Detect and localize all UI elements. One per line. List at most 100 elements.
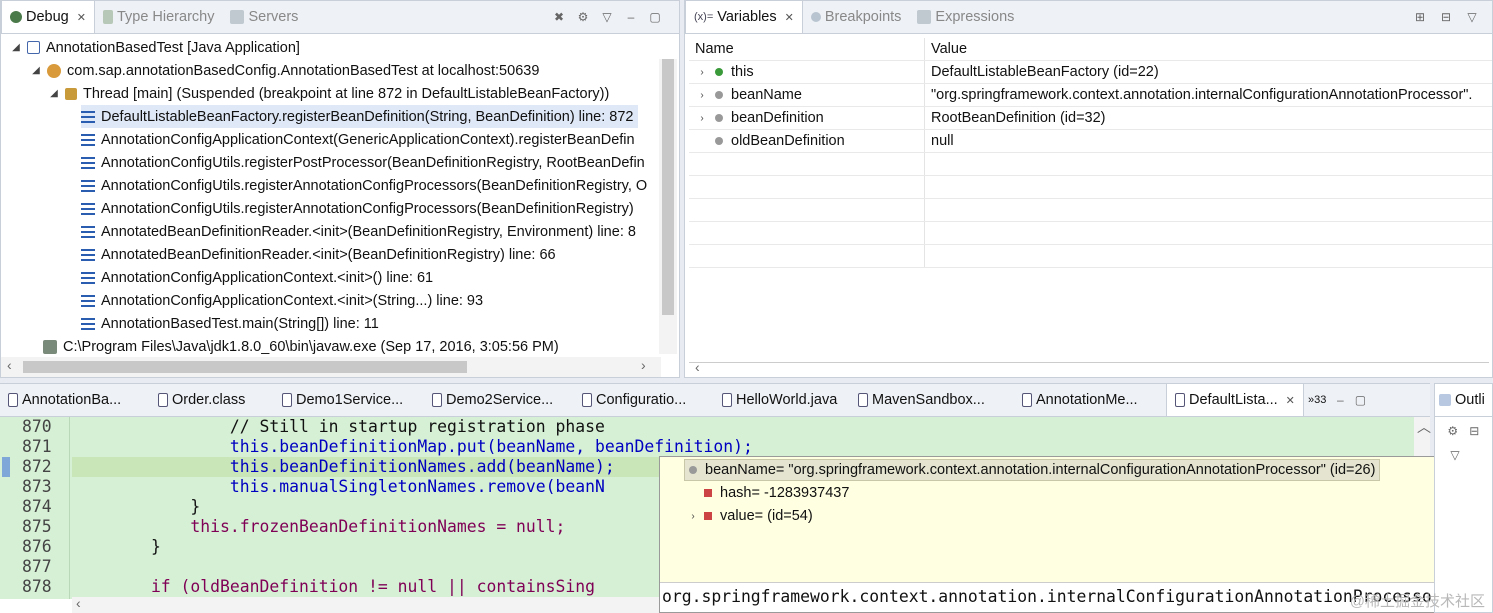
tree-process-row[interactable]: C:\Program Files\Java\jdk1.8.0_60\bin\ja… [43,335,559,355]
editor-tab[interactable]: MavenSandbox... [850,384,1014,416]
variable-row[interactable]: › this DefaultListableBeanFactory (id=22… [689,61,1492,84]
view-menu-icon[interactable]: ▽ [1445,445,1465,465]
close-icon[interactable]: ✕ [785,11,794,24]
local-variable-icon [715,91,723,99]
view-menu-icon[interactable]: ▽ [1462,7,1482,27]
editor-tab[interactable]: Demo2Service... [424,384,574,416]
stack-frame-icon [81,179,95,192]
stack-frame-row[interactable]: AnnotationConfigApplicationContext.<init… [81,289,483,312]
tree-thread-row[interactable]: ◢ Thread [main] (Suspended (breakpoint a… [47,82,609,105]
stack-frame-row[interactable]: AnnotatedBeanDefinitionReader.<init>(Bea… [81,220,636,243]
editor-tab[interactable]: HelloWorld.java [714,384,850,416]
column-value-header[interactable]: Value [925,38,1492,60]
stack-frame-row[interactable]: AnnotationConfigApplicationContext.<init… [81,266,433,289]
variables-icon: (x)= [694,11,714,23]
scrollbar-thumb[interactable] [662,59,674,315]
local-variable-icon [689,466,697,474]
collapse-icon[interactable]: ◢ [47,88,61,99]
view-menu-icon[interactable]: ▽ [597,7,617,27]
editor-tab-label: HelloWorld.java [736,392,838,408]
collapse-icon[interactable]: ◢ [9,42,23,53]
stack-frame-row[interactable]: AnnotationConfigApplicationContext(Gener… [81,128,635,151]
scroll-left-icon[interactable]: ‹ [7,357,12,373]
variable-row[interactable]: › beanName "org.springframework.context.… [689,84,1492,107]
editor-tab[interactable]: Order.class [150,384,274,416]
line-number: 877 [22,557,52,576]
variables-view: (x)= Variables ✕ Breakpoints Expressions… [684,0,1493,378]
empty-row [689,222,1492,245]
tab-breakpoints[interactable]: Breakpoints [803,1,910,33]
tab-type-hierarchy[interactable]: Type Hierarchy [95,1,223,33]
tree-vm-row[interactable]: ◢ com.sap.annotationBasedConfig.Annotati… [29,59,539,82]
vm-icon [47,63,61,78]
expand-icon[interactable]: › [695,67,709,78]
close-icon[interactable]: ✕ [1286,394,1295,407]
gears-icon[interactable]: ⚙ [573,7,593,27]
minimize-icon[interactable]: – [621,7,641,27]
minimize-icon[interactable]: – [1330,390,1350,410]
editor-tab[interactable]: AnnotationMe... [1014,384,1166,416]
debug-horizontal-scrollbar[interactable]: ‹ › [1,357,661,377]
tab-debug[interactable]: Debug ✕ [1,1,95,33]
stack-frame-label: DefaultListableBeanFactory.registerBeanD… [101,108,634,125]
code-line: this.beanDefinitionMap.put(beanName, bea… [72,437,753,456]
maximize-icon[interactable]: ▢ [1350,390,1370,410]
editor-tab[interactable]: AnnotationBa... [0,384,150,416]
scroll-left-icon[interactable]: ‹ [695,359,700,375]
stack-frame-row[interactable]: AnnotatedBeanDefinitionReader.<init>(Bea… [81,243,556,266]
popup-child-row[interactable]: hash= -1283937437 [700,482,849,504]
tab-outline[interactable]: Outli [1435,384,1492,417]
tab-outline-label: Outli [1455,392,1485,408]
variable-name-cell: oldBeanDefinition [689,130,925,152]
process-icon [43,339,57,354]
stack-frame-row[interactable]: AnnotationConfigUtils.registerPostProces… [81,151,645,174]
expand-icon[interactable]: › [695,113,709,124]
stack-frame-row[interactable]: AnnotationConfigUtils.registerAnnotation… [81,197,634,220]
stack-frame-row[interactable]: AnnotationConfigUtils.registerAnnotation… [81,174,647,197]
tab-expressions[interactable]: Expressions [909,1,1022,33]
column-name-header[interactable]: Name [689,38,925,60]
collapse-all-icon[interactable]: ⊟ [1467,421,1483,441]
tree-thread-label: Thread [main] (Suspended (breakpoint at … [83,85,610,102]
stack-frame-row[interactable]: DefaultListableBeanFactory.registerBeanD… [81,105,638,128]
java-file-icon [432,393,442,407]
code-line: } [72,537,161,556]
stack-frame-label: AnnotationConfigApplicationContext.<init… [101,292,484,309]
variable-value: null [931,133,954,149]
more-tabs-button[interactable]: »33 [1304,384,1330,416]
remove-launches-icon[interactable]: ✖ [549,7,569,27]
tree-vm-label: com.sap.annotationBasedConfig.Annotation… [67,62,540,79]
tree-app-row[interactable]: ◢ AnnotationBasedTest [Java Application] [9,36,300,59]
show-type-names-icon[interactable]: ⊞ [1410,7,1430,27]
editor-tab[interactable]: Configuratio... [574,384,714,416]
stack-frame-label: AnnotationConfigApplicationContext.<init… [101,269,434,286]
scrollbar-thumb[interactable] [23,361,467,373]
line-number: 871 [22,437,52,456]
popup-child-row[interactable]: › value= (id=54) [686,505,812,527]
editor-tab[interactable]: Demo1Service... [274,384,424,416]
gears-icon[interactable]: ⚙ [1445,421,1461,441]
hierarchy-icon [102,10,113,24]
scroll-right-icon[interactable]: › [641,357,646,373]
tab-servers[interactable]: Servers [222,1,306,33]
code-line: } [72,497,201,516]
stack-frame-label: AnnotationConfigUtils.registerAnnotation… [101,177,648,194]
stack-frame-row[interactable]: AnnotationBasedTest.main(String[]) line:… [81,312,379,335]
debug-view: Debug ✕ Type Hierarchy Servers ✖ ⚙ ▽ – ▢… [0,0,680,378]
scroll-up-icon[interactable]: ︿ [1417,417,1431,437]
expand-icon[interactable]: › [695,90,709,101]
line-number: 878 [22,577,52,596]
tab-variables[interactable]: (x)= Variables ✕ [685,1,803,33]
stack-frame-icon [81,294,95,307]
variable-row[interactable]: oldBeanDefinition null [689,130,1492,153]
scroll-left-icon[interactable]: ‹ [76,595,81,611]
close-icon[interactable]: ✕ [77,11,86,24]
variable-row[interactable]: › beanDefinition RootBeanDefinition (id=… [689,107,1492,130]
maximize-icon[interactable]: ▢ [645,7,665,27]
debug-vertical-scrollbar[interactable] [659,59,677,354]
editor-tab-active[interactable]: DefaultLista... ✕ [1166,384,1304,416]
popup-root-row[interactable]: beanName= "org.springframework.context.a… [684,459,1381,481]
collapse-icon[interactable]: ◢ [29,65,43,76]
collapse-all-icon[interactable]: ⊟ [1436,7,1456,27]
expand-icon[interactable]: › [686,511,700,522]
